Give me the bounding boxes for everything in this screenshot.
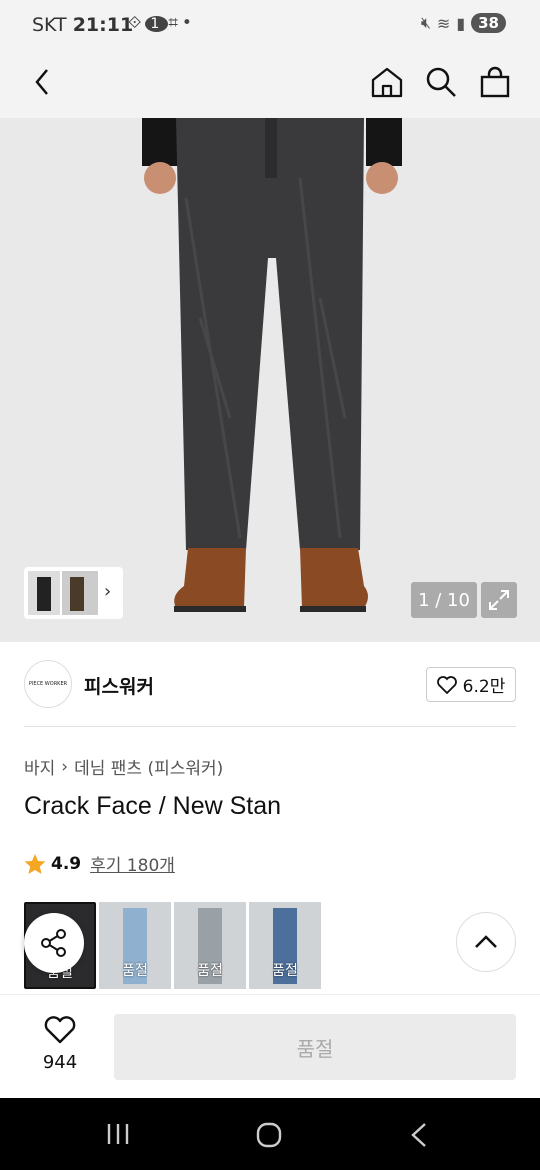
top-navigation — [0, 52, 540, 118]
breadcrumb-category[interactable]: 바지 — [24, 754, 55, 779]
status-bar: SKT 21:11 ⟐ 1 ⌗• 🔇︎ ≋ ▮ 38 — [0, 0, 540, 52]
image-counter: 1 / 10 — [411, 582, 477, 618]
status-carrier: SKT 21:11 — [32, 14, 134, 36]
sold-out-label: 품절 — [197, 963, 223, 979]
product-title: Crack Face / New Stan — [24, 792, 282, 820]
system-navigation-bar — [0, 1098, 540, 1170]
wishlist-button[interactable]: 944 — [28, 1016, 92, 1073]
breadcrumb: 바지 › 데님 팬츠 (피스워커) — [24, 754, 223, 780]
wifi-icon: ≋ — [436, 13, 451, 33]
scroll-to-top-button[interactable] — [456, 912, 516, 972]
sync-icon: ⟐ — [128, 13, 146, 33]
sold-out-button[interactable]: 품절 — [114, 1014, 516, 1080]
heart-icon — [44, 1016, 76, 1044]
rating-score: 4.9 — [51, 853, 82, 874]
thumbnail-2 — [62, 571, 98, 615]
home-button[interactable] — [365, 52, 409, 112]
back-button[interactable] — [20, 52, 64, 112]
dot-icon: • — [181, 13, 196, 33]
thumbnail-1 — [28, 571, 60, 615]
status-left-icons: ⟐ 1 ⌗• — [128, 13, 196, 33]
home-circle-icon — [256, 1122, 282, 1148]
share-button[interactable] — [24, 913, 84, 973]
color-option-4[interactable]: 품절 — [249, 902, 321, 989]
recent-apps-button[interactable] — [106, 1122, 130, 1150]
chevron-right-icon: › — [61, 756, 69, 777]
signal-icon: ▮ — [456, 13, 466, 33]
brand-logo-text: PIECE WORKER — [28, 681, 68, 687]
share-icon — [41, 929, 66, 957]
back-arrow-icon — [35, 69, 48, 95]
home-system-button[interactable] — [256, 1122, 282, 1152]
brand-like-button[interactable]: 6.2만 — [426, 667, 516, 702]
sold-out-label: 품절 — [272, 963, 298, 979]
notification-badge: 1 — [145, 16, 169, 32]
shopping-bag-icon — [480, 66, 510, 98]
jeans-photo — [0, 118, 540, 642]
system-back-button[interactable] — [410, 1122, 428, 1152]
brand-name[interactable]: 피스워커 — [84, 672, 154, 699]
chevron-right-icon: › — [104, 581, 112, 602]
home-icon — [371, 67, 403, 98]
color-option-3[interactable]: 품절 — [174, 902, 246, 989]
search-icon — [426, 67, 456, 97]
expand-button[interactable] — [481, 582, 517, 618]
brand-logo[interactable]: PIECE WORKER — [24, 660, 72, 708]
sold-out-label: 품절 — [122, 963, 148, 979]
brand-like-count: 6.2만 — [462, 677, 506, 697]
search-button[interactable] — [419, 52, 463, 112]
reviews-link[interactable]: 후기 180개 — [90, 851, 175, 876]
breadcrumb-subcategory[interactable]: 데님 팬츠 (피스워커) — [74, 754, 223, 779]
recent-apps-icon — [107, 1124, 129, 1144]
wishlist-count: 944 — [42, 1052, 78, 1073]
gallery-thumbnail-strip[interactable]: › — [24, 567, 123, 619]
status-right-icons: 🔇︎ ≋ ▮ 38 — [421, 13, 506, 33]
back-icon — [411, 1123, 426, 1147]
heart-icon — [436, 675, 457, 694]
star-icon — [24, 853, 46, 874]
product-rating: 4.9 후기 180개 — [24, 851, 175, 876]
expand-icon — [489, 590, 509, 610]
chevron-up-icon — [475, 935, 497, 948]
color-option-2[interactable]: 품절 — [99, 902, 171, 989]
battery-icon: 38 — [471, 13, 506, 33]
product-image[interactable] — [0, 118, 540, 642]
cart-button[interactable] — [473, 52, 517, 112]
divider — [24, 726, 516, 727]
screenshot-icon: ⌗ — [168, 13, 182, 33]
mute-icon: 🔇︎ — [420, 13, 431, 32]
